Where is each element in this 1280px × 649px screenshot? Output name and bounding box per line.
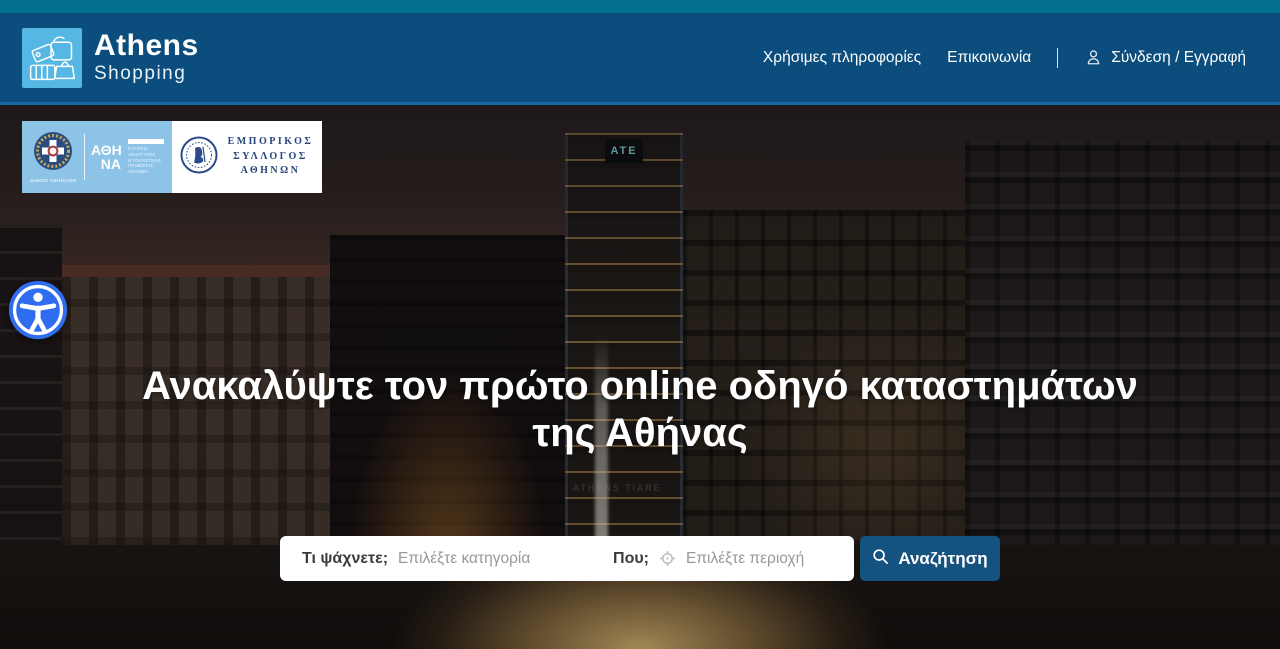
- athina-acronym: ΑΘΗ ΝΑ: [91, 143, 121, 171]
- partner-banner: ΔΗΜΟΣ ΑΘΗΝΑΙΩΝ ΑΘΗ ΝΑ ΕΤΑΙΡΕΙΑ ΑΝΑΠΤΥΞΗΣ…: [22, 121, 322, 193]
- main-nav: Χρήσιμες πληροφορίες Επικοινωνία Σύνδεση…: [763, 48, 1246, 68]
- search-button-label: Αναζήτηση: [898, 549, 987, 569]
- nav-login-label: Σύνδεση / Εγγραφή: [1111, 49, 1246, 67]
- page: Athens Shopping Χρήσιμες πληροφορίες Επι…: [0, 0, 1280, 649]
- area-label: Που;: [613, 550, 649, 568]
- area-input[interactable]: [686, 550, 886, 568]
- hero-heading: Ανακαλύψτε τον πρώτο online οδηγό καταστ…: [0, 363, 1280, 457]
- category-field[interactable]: Τι ψάχνετε;: [280, 536, 598, 581]
- shopping-bags-icon: [22, 28, 82, 88]
- site-header: Athens Shopping Χρήσιμες πληροφορίες Επι…: [0, 13, 1280, 102]
- hero-heading-line1: Ανακαλύψτε τον πρώτο online οδηγό καταστ…: [0, 363, 1280, 410]
- brand-title: Athens: [94, 30, 199, 62]
- brand-subtitle: Shopping: [94, 63, 199, 85]
- search-bar: Τι ψάχνετε; Που;: [0, 536, 1280, 581]
- esa-name: ΕΜΠΟΡΙΚΟΣ ΣΥΛΛΟΓΟΣ ΑΘΗΝΩΝ: [225, 135, 316, 179]
- hero-heading-line2: της Αθήνας: [0, 410, 1280, 457]
- nav-login-register[interactable]: Σύνδεση / Εγγραφή: [1084, 48, 1246, 67]
- brand-text: Athens Shopping: [94, 30, 199, 85]
- user-icon: [1084, 48, 1103, 67]
- top-strip: [0, 0, 1280, 13]
- search-button[interactable]: Αναζήτηση: [860, 536, 1000, 581]
- brand-logo[interactable]: Athens Shopping: [22, 28, 199, 88]
- municipality-emblem-icon: [33, 131, 73, 176]
- nav-separator: [1057, 48, 1058, 68]
- hero-section: ΑΤΕ ATHENS TIARE: [0, 105, 1280, 649]
- nav-useful-info[interactable]: Χρήσιμες πληροφορίες: [763, 49, 921, 67]
- municipality-label: ΔΗΜΟΣ ΑΘΗΝΑΙΩΝ: [30, 178, 77, 183]
- athina-org: ΕΤΑΙΡΕΙΑ ΑΝΑΠΤΥΞΗΣ & ΤΟΥΡΙΣΤΙΚΗΣ ΠΡΟΒΟΛΗ…: [128, 139, 164, 174]
- esa-logo: ΕΜΠΟΡΙΚΟΣ ΣΥΛΛΟΓΟΣ ΑΘΗΝΩΝ: [172, 121, 322, 193]
- nav-contact[interactable]: Επικοινωνία: [947, 49, 1031, 67]
- category-input[interactable]: [398, 550, 598, 568]
- search-icon: [872, 548, 889, 570]
- athina-org-text: ΕΤΑΙΡΕΙΑ ΑΝΑΠΤΥΞΗΣ & ΤΟΥΡΙΣΤΙΚΗΣ ΠΡΟΒΟΛΗ…: [128, 146, 164, 174]
- accessibility-icon: [8, 327, 68, 344]
- search-panel: Τι ψάχνετε; Που;: [280, 536, 854, 581]
- athina-agency-logo: ΔΗΜΟΣ ΑΘΗΝΑΙΩΝ ΑΘΗ ΝΑ ΕΤΑΙΡΕΙΑ ΑΝΑΠΤΥΞΗΣ…: [22, 121, 172, 193]
- category-label: Τι ψάχνετε;: [302, 550, 388, 568]
- area-field[interactable]: Που;: [598, 536, 886, 581]
- crosshair-location-icon: [659, 550, 676, 567]
- accessibility-button[interactable]: [8, 280, 68, 340]
- esa-seal-icon: [180, 136, 218, 179]
- athina-bar: [128, 139, 164, 144]
- municipality-emblem: ΔΗΜΟΣ ΑΘΗΝΑΙΩΝ: [30, 131, 77, 183]
